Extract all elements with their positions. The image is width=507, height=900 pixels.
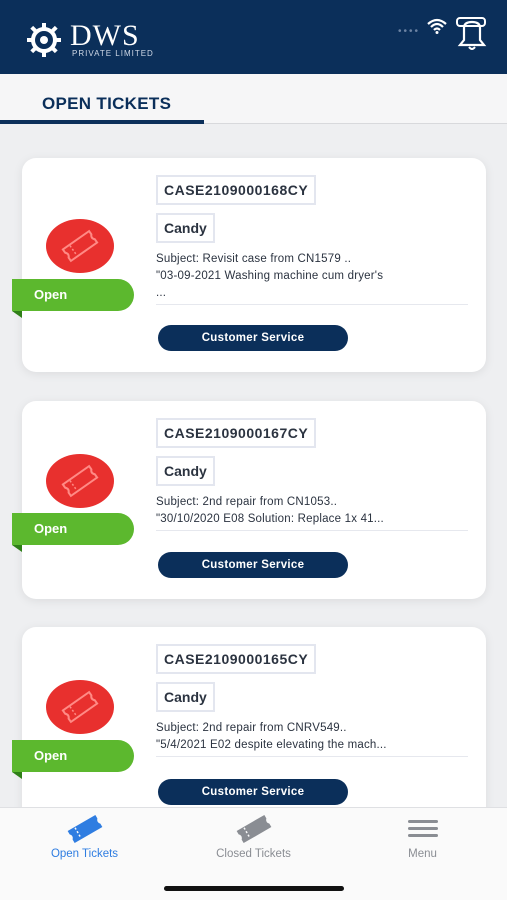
status-badge: Open — [12, 279, 134, 311]
customer-service-button[interactable]: Customer Service — [158, 325, 348, 351]
tab-active-indicator — [0, 120, 204, 124]
home-indicator[interactable] — [164, 886, 344, 891]
ticket-icon — [236, 814, 272, 844]
ticket-card[interactable]: Open CASE2109000165CY Candy Subject: 2nd… — [12, 627, 486, 837]
case-number: CASE2109000167CY — [156, 418, 317, 448]
ticket-icon — [61, 464, 99, 498]
customer-service-button[interactable]: Customer Service — [158, 779, 348, 805]
ticket-subject: Subject: 2nd repair from CN1053.. "30/10… — [156, 494, 468, 531]
tab-open-tickets[interactable]: OPEN TICKETS — [42, 94, 171, 114]
ticket-subject: Subject: 2nd repair from CNRV549.. "5/4/… — [156, 720, 468, 757]
open-badge-fold — [12, 311, 22, 318]
nav-menu[interactable]: Menu — [338, 808, 507, 878]
brand-name: Candy — [156, 682, 215, 712]
brand-name: Candy — [156, 213, 215, 243]
ticket-card[interactable]: Open CASE2109000168CY Candy Subject: Rev… — [12, 158, 486, 372]
open-badge-fold — [12, 545, 22, 552]
dws-logo: DWS PRIVATE LIMITED — [26, 20, 176, 60]
nav-label: Open Tickets — [50, 848, 119, 860]
customer-service-button[interactable]: Customer Service — [158, 552, 348, 578]
notification-bell-icon[interactable] — [456, 16, 488, 52]
subject-line-1: Subject: Revisit case from CN1579 .. — [156, 253, 352, 265]
signal-dots: •••• — [398, 26, 421, 37]
ticket-status-icon — [46, 454, 114, 508]
nav-label: Closed Tickets — [216, 848, 291, 860]
ticket-icon — [61, 229, 99, 263]
ticket-icon — [61, 690, 99, 724]
gear-logo-icon — [27, 23, 61, 57]
wifi-icon — [427, 18, 447, 34]
logo-name: DWS — [70, 19, 140, 52]
logo-subtitle: PRIVATE LIMITED — [72, 49, 154, 58]
case-number: CASE2109000165CY — [156, 644, 317, 674]
status-badge: Open — [12, 740, 134, 772]
subject-line-2: "5/4/2021 E02 despite elevating the mach… — [156, 739, 387, 751]
subject-line-1: Subject: 2nd repair from CN1053.. — [156, 496, 338, 508]
case-number: CASE2109000168CY — [156, 175, 317, 205]
open-badge-fold — [12, 772, 22, 779]
nav-label: Menu — [408, 848, 437, 860]
subject-line-2: "30/10/2020 E08 Solution: Replace 1x 41.… — [156, 513, 384, 525]
nav-open-tickets[interactable]: Open Tickets — [0, 808, 169, 878]
nav-closed-tickets[interactable]: Closed Tickets — [169, 808, 338, 878]
ticket-card[interactable]: Open CASE2109000167CY Candy Subject: 2nd… — [12, 401, 486, 599]
status-badge: Open — [12, 513, 134, 545]
subject-line-3: ... — [156, 287, 167, 299]
hamburger-menu-icon — [408, 820, 438, 837]
ticket-subject: Subject: Revisit case from CN1579 .. "03… — [156, 251, 468, 305]
ticket-status-icon — [46, 680, 114, 734]
ticket-status-icon — [46, 219, 114, 273]
subject-line-1: Subject: 2nd repair from CNRV549.. — [156, 722, 347, 734]
app-header: DWS PRIVATE LIMITED •••• — [0, 0, 507, 74]
ticket-icon — [67, 814, 103, 844]
brand-name: Candy — [156, 456, 215, 486]
subject-line-2: "03-09-2021 Washing machine cum dryer's — [156, 270, 384, 282]
